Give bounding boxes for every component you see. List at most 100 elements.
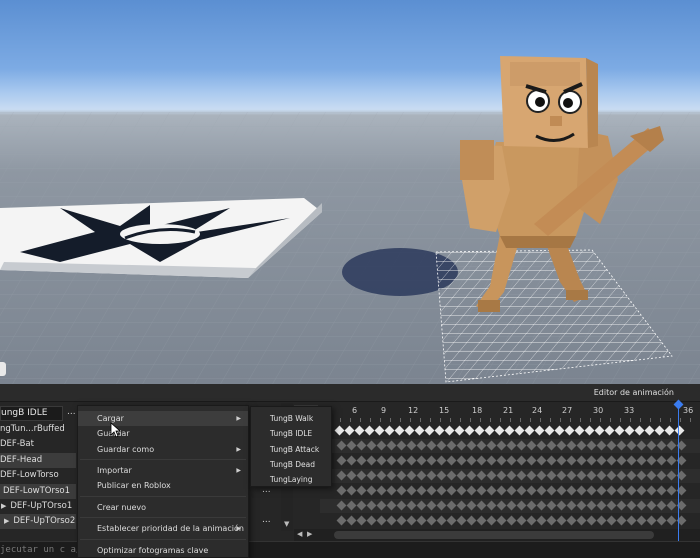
playhead-line[interactable] [678,403,679,541]
keyframe-marker[interactable] [386,500,397,511]
keyframe-marker[interactable] [566,470,577,481]
keyframe-marker[interactable] [666,455,677,466]
keyframe-marker[interactable] [364,425,375,436]
keyframe-marker[interactable] [606,470,617,481]
track-item[interactable]: ngTun...rBuffed [0,422,76,437]
keyframe-marker[interactable] [406,485,417,496]
keyframe-marker[interactable] [476,485,487,496]
keyframe-marker[interactable] [636,455,647,466]
keyframe-marker[interactable] [456,440,467,451]
keyframe-marker[interactable] [506,500,517,511]
keyframe-marker[interactable] [464,425,475,436]
keyframe-marker[interactable] [554,425,565,436]
keyframe-marker[interactable] [534,425,545,436]
keyframe-marker[interactable] [334,425,345,436]
keyframe-marker[interactable] [674,425,685,436]
keyframe-marker[interactable] [614,425,625,436]
keyframe-marker[interactable] [626,470,637,481]
keyframe-marker[interactable] [566,455,577,466]
keyframe-marker[interactable] [516,440,527,451]
keyframe-marker[interactable] [356,500,367,511]
keyframe-marker[interactable] [646,455,657,466]
keyframe-marker[interactable] [536,455,547,466]
keyframe-marker[interactable] [486,485,497,496]
keyframe-marker[interactable] [496,500,507,511]
keyframe-marker[interactable] [486,455,497,466]
keyframe-marker[interactable] [496,485,507,496]
keyframe-marker[interactable] [516,515,527,526]
keyframe-marker[interactable] [516,455,527,466]
timeline-ruler[interactable]: 3 6 9 12 15 18 21 24 27 30 33 36 [318,402,700,422]
keyframe-marker[interactable] [476,500,487,511]
animation-name-field[interactable]: ungB IDLE [0,406,63,421]
keyframe-marker[interactable] [526,470,537,481]
keyframe-marker[interactable] [406,470,417,481]
keyframe-marker[interactable] [666,500,677,511]
keyframe-marker[interactable] [384,425,395,436]
keyframe-marker[interactable] [356,515,367,526]
submenu-item-animation[interactable]: TungB Walk [251,411,331,426]
keyframe-marker[interactable] [546,455,557,466]
keyframe-marker[interactable] [356,485,367,496]
keyframe-marker[interactable] [664,425,675,436]
3d-viewport[interactable] [0,0,700,384]
keyframe-marker[interactable] [646,485,657,496]
keyframe-marker[interactable] [406,440,417,451]
keyframe-marker[interactable] [586,515,597,526]
keyframe-marker[interactable] [606,455,617,466]
keyframe-marker[interactable] [514,425,525,436]
keyframe-marker[interactable] [506,440,517,451]
keyframe-marker[interactable] [556,515,567,526]
track-item[interactable]: DEF-Bat [0,437,76,452]
keyframe-marker[interactable] [536,500,547,511]
keyframe-marker[interactable] [346,455,357,466]
keyframe-marker[interactable] [406,500,417,511]
keyframe-row[interactable] [320,514,700,528]
keyframe-marker[interactable] [624,425,635,436]
keyframe-marker[interactable] [426,500,437,511]
keyframe-marker[interactable] [546,440,557,451]
keyframe-marker[interactable] [596,485,607,496]
keyframe-marker[interactable] [626,485,637,496]
keyframe-marker[interactable] [346,485,357,496]
keyframe-marker[interactable] [346,470,357,481]
keyframe-marker[interactable] [616,470,627,481]
keyframe-marker[interactable] [506,455,517,466]
keyframe-marker[interactable] [496,470,507,481]
keyframe-marker[interactable] [396,485,407,496]
keyframe-marker[interactable] [586,455,597,466]
keyframe-marker[interactable] [414,425,425,436]
keyframe-marker[interactable] [466,455,477,466]
keyframe-marker[interactable] [586,470,597,481]
keyframe-marker[interactable] [476,515,487,526]
keyframe-marker[interactable] [636,485,647,496]
keyframe-marker[interactable] [416,470,427,481]
keyframe-marker[interactable] [506,470,517,481]
keyframe-marker[interactable] [484,425,495,436]
keyframe-marker[interactable] [366,455,377,466]
keyframe-marker[interactable] [566,440,577,451]
keyframe-marker[interactable] [436,485,447,496]
keyframe-marker[interactable] [586,500,597,511]
menu-item-optimize-keyframes[interactable]: Optimizar fotogramas clave [78,543,248,558]
keyframe-marker[interactable] [406,455,417,466]
keyframe-marker[interactable] [466,485,477,496]
keyframe-row[interactable] [320,454,700,468]
keyframe-marker[interactable] [376,455,387,466]
scrollbar-thumb[interactable] [334,531,654,539]
keyframe-marker[interactable] [596,455,607,466]
keyframe-marker[interactable] [446,455,457,466]
keyframe-marker[interactable] [376,440,387,451]
menu-item-import[interactable]: Importar ▶ [78,463,248,478]
keyframe-marker[interactable] [376,500,387,511]
keyframe-marker[interactable] [446,485,457,496]
menu-item-save[interactable]: Guardar [78,426,248,441]
keyframe-marker[interactable] [446,440,457,451]
keyframe-marker[interactable] [366,485,377,496]
submenu-item-animation[interactable]: TungB IDLE [251,426,331,441]
keyframe-marker[interactable] [596,440,607,451]
keyframe-marker[interactable] [366,500,377,511]
keyframe-marker[interactable] [476,470,487,481]
keyframe-row[interactable] [320,424,700,438]
keyframe-marker[interactable] [506,485,517,496]
